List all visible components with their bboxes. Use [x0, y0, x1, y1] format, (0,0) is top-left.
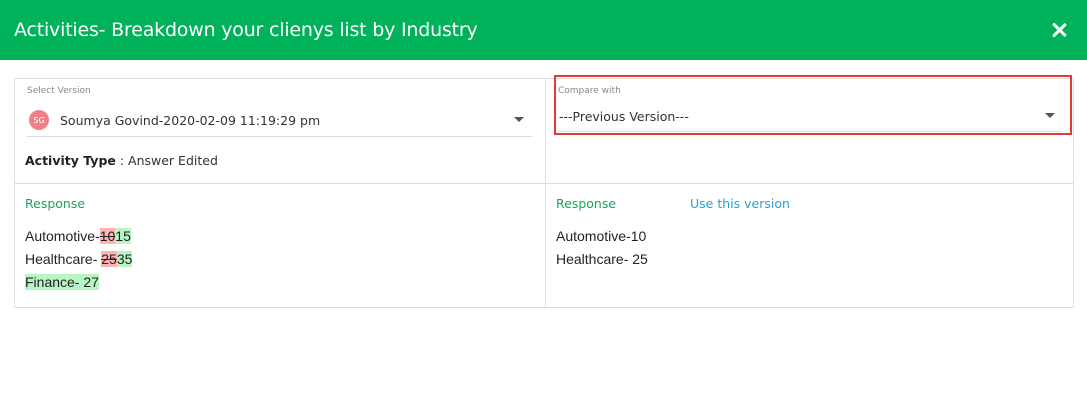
chevron-down-icon[interactable]	[514, 117, 524, 122]
diff-line: Healthcare- 2535	[25, 251, 133, 267]
diff-line: Finance- 27	[25, 274, 99, 290]
compare-select-text: ---Previous Version---	[559, 109, 689, 124]
use-this-version-link[interactable]: Use this version	[690, 196, 790, 211]
column-divider	[545, 79, 546, 307]
selected-version-text: Soumya Govind-2020-02-09 11:19:29 pm	[60, 113, 321, 128]
version-select-underline	[27, 136, 532, 137]
left-response-label: Response	[25, 196, 86, 211]
inserted-text: 15	[115, 228, 131, 244]
compare-with-label: Compare with	[558, 86, 621, 96]
deleted-text: 10	[99, 228, 116, 244]
inserted-text: Finance- 27	[25, 274, 99, 290]
compare-panel: Select Version SG Soumya Govind-2020-02-…	[14, 75, 1074, 308]
deleted-text: 25	[101, 251, 117, 267]
activity-type-label: Activity Type	[25, 153, 116, 168]
modal-title: Activities- Breakdown your clienys list …	[14, 19, 478, 41]
activity-type-value: : Answer Edited	[115, 153, 218, 168]
diff-text: Healthcare-	[25, 251, 102, 267]
diff-text: Automotive-	[25, 228, 100, 244]
select-version-label: Select Version	[27, 86, 91, 96]
diff-line: Automotive-1015	[25, 228, 131, 244]
row-divider	[15, 183, 1073, 184]
response-line: Healthcare- 25	[556, 251, 648, 267]
compare-select-underline	[558, 131, 1063, 132]
chevron-down-icon[interactable]	[1045, 113, 1055, 118]
right-response-label: Response	[556, 196, 617, 211]
avatar: SG	[29, 110, 49, 130]
modal-header: Activities- Breakdown your clienys list …	[0, 0, 1087, 60]
close-icon[interactable]	[1047, 18, 1071, 42]
inserted-text: 35	[116, 251, 133, 267]
compare-highlight-box	[554, 75, 1072, 135]
response-line: Automotive-10	[556, 228, 647, 244]
activity-type: Activity Type : Answer Edited	[25, 153, 218, 168]
